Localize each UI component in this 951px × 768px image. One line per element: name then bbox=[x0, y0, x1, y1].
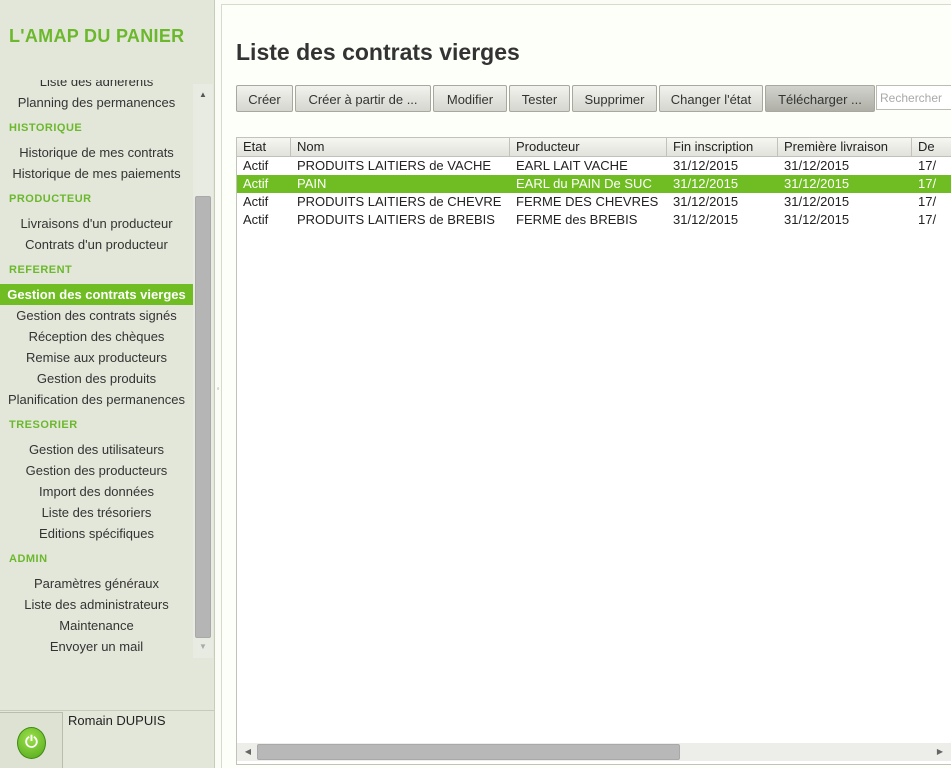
table-cell: 31/12/2015 bbox=[784, 176, 850, 191]
menu-livraisons-producteur[interactable]: Livraisons d'un producteur bbox=[0, 213, 193, 234]
supprimer-button[interactable]: Supprimer bbox=[572, 85, 657, 112]
tester-button[interactable]: Tester bbox=[509, 85, 570, 112]
sidebar-scrollbar-thumb[interactable] bbox=[195, 196, 211, 638]
sidebar-menu-viewport: Liste des adhérents Planning des permanen… bbox=[0, 80, 193, 660]
sidebar-scrollbar[interactable]: ▲ ▼ bbox=[193, 84, 213, 658]
menu-reception-cheques[interactable]: Réception des chèques bbox=[0, 326, 193, 347]
menu-remise-producteurs[interactable]: Remise aux producteurs bbox=[0, 347, 193, 368]
table-cell: FERME DES CHEVRES bbox=[516, 194, 659, 209]
table-cell: Actif bbox=[243, 158, 269, 173]
table-cell: 17/ bbox=[918, 212, 937, 227]
menu-import-donnees[interactable]: Import des données bbox=[0, 481, 193, 502]
table-cell: FERME des BREBIS bbox=[516, 212, 638, 227]
horizontal-scrollbar[interactable]: ◀ ▶ bbox=[237, 743, 951, 761]
page-title: Liste des contrats vierges bbox=[236, 39, 520, 65]
menu-historique-paiements[interactable]: Historique de mes paiements bbox=[0, 163, 193, 184]
user-panel: ⏻ Romain DUPUIS bbox=[0, 710, 214, 768]
table-cell: 31/12/2015 bbox=[784, 194, 850, 209]
table-row[interactable]: Actif PRODUITS LAITIERS de CHEVRE FERME DE… bbox=[237, 193, 951, 211]
section-producteur: PRODUCTEUR bbox=[9, 193, 92, 205]
menu-maintenance[interactable]: Maintenance bbox=[0, 615, 193, 636]
scroll-right-arrow-icon[interactable]: ▶ bbox=[932, 743, 948, 761]
menu-contrats-producteur[interactable]: Contrats d'un producteur bbox=[0, 234, 193, 255]
table-cell: PRODUITS LAITIERS de CHEVRE bbox=[297, 194, 502, 209]
table-row[interactable]: Actif PAIN EARL du PAIN De SUC 31/12/2015 31… bbox=[237, 175, 951, 193]
table-cell: Actif bbox=[243, 194, 269, 209]
menu-envoyer-mail[interactable]: Envoyer un mail bbox=[0, 636, 193, 657]
table-cell: PRODUITS LAITIERS de BREBIS bbox=[297, 212, 495, 227]
table-cell: 17/ bbox=[918, 194, 937, 209]
menu-liste-adherents[interactable]: Liste des adhérents bbox=[0, 80, 193, 92]
menu-editions-specifiques[interactable]: Editions spécifiques bbox=[0, 523, 193, 544]
telecharger-button[interactable]: Télécharger ... bbox=[765, 85, 875, 112]
column-header-producteur[interactable]: Producteur bbox=[510, 138, 667, 156]
table-cell: 17/ bbox=[918, 158, 937, 173]
table-row[interactable]: Actif PRODUITS LAITIERS de VACHE EARL LAIT… bbox=[237, 157, 951, 175]
changer-etat-button[interactable]: Changer l'état bbox=[659, 85, 763, 112]
menu-liste-administrateurs[interactable]: Liste des administrateurs bbox=[0, 594, 193, 615]
column-header-nom[interactable]: Nom bbox=[291, 138, 510, 156]
menu-gestion-produits[interactable]: Gestion des produits bbox=[0, 368, 193, 389]
horizontal-scrollbar-thumb[interactable] bbox=[257, 744, 680, 760]
table-cell: EARL LAIT VACHE bbox=[516, 158, 628, 173]
logout-area: ⏻ bbox=[0, 712, 63, 768]
column-header-fin-inscription[interactable]: Fin inscription bbox=[667, 138, 778, 156]
app-title: L'AMAP DU PANIER bbox=[9, 26, 185, 46]
modifier-button[interactable]: Modifier bbox=[433, 85, 507, 112]
table-row[interactable]: Actif PRODUITS LAITIERS de BREBIS FERME de… bbox=[237, 211, 951, 229]
table-cell: 17/ bbox=[918, 176, 937, 191]
table-cell: 31/12/2015 bbox=[673, 212, 739, 227]
menu-parametres-generaux[interactable]: Paramètres généraux bbox=[0, 573, 193, 594]
menu-gestion-contrats-signes[interactable]: Gestion des contrats signés bbox=[0, 305, 193, 326]
table-cell: Actif bbox=[243, 176, 269, 191]
table-cell: Actif bbox=[243, 212, 269, 227]
section-historique: HISTORIQUE bbox=[9, 122, 83, 134]
section-referent: REFERENT bbox=[9, 264, 73, 276]
section-admin: ADMIN bbox=[9, 553, 48, 565]
menu-gestion-utilisateurs[interactable]: Gestion des utilisateurs bbox=[0, 439, 193, 460]
contracts-table: Etat Nom Producteur Fin inscription Prem… bbox=[236, 137, 951, 765]
scroll-down-arrow-icon[interactable]: ▼ bbox=[193, 636, 213, 658]
column-header-etat[interactable]: Etat bbox=[237, 138, 291, 156]
section-tresorier: TRESORIER bbox=[9, 419, 78, 431]
power-icon[interactable]: ⏻ bbox=[17, 727, 46, 759]
search-input[interactable] bbox=[876, 85, 951, 110]
menu-gestion-producteurs[interactable]: Gestion des producteurs bbox=[0, 460, 193, 481]
menu-historique-contrats[interactable]: Historique de mes contrats bbox=[0, 142, 193, 163]
table-cell: 31/12/2015 bbox=[673, 194, 739, 209]
creer-button[interactable]: Créer bbox=[236, 85, 293, 112]
main-panel: Liste des contrats vierges Créer Créer à… bbox=[221, 4, 951, 768]
table-cell: 31/12/2015 bbox=[784, 212, 850, 227]
table-cell: 31/12/2015 bbox=[673, 158, 739, 173]
sidebar-menu: Liste des adhérents Planning des permanen… bbox=[0, 80, 193, 657]
column-header-premiere-livraison[interactable]: Première livraison bbox=[778, 138, 912, 156]
table-cell: EARL du PAIN De SUC bbox=[516, 176, 652, 191]
menu-planification-permanences[interactable]: Planification des permanences bbox=[0, 389, 193, 410]
creer-a-partir-de-button[interactable]: Créer à partir de ... bbox=[295, 85, 431, 112]
user-name: Romain DUPUIS bbox=[68, 713, 166, 728]
column-header-de[interactable]: De bbox=[912, 138, 951, 156]
table-cell: 31/12/2015 bbox=[673, 176, 739, 191]
menu-planning-permanences[interactable]: Planning des permanences bbox=[0, 92, 193, 113]
table-header: Etat Nom Producteur Fin inscription Prem… bbox=[237, 138, 951, 157]
sidebar: L'AMAP DU PANIER Liste des adhérents Plan… bbox=[0, 0, 215, 768]
menu-liste-tresoriers[interactable]: Liste des trésoriers bbox=[0, 502, 193, 523]
table-cell: PAIN bbox=[297, 176, 327, 191]
scroll-up-arrow-icon[interactable]: ▲ bbox=[193, 84, 213, 106]
table-cell: 31/12/2015 bbox=[784, 158, 850, 173]
menu-gestion-contrats-vierges[interactable]: Gestion des contrats vierges bbox=[0, 284, 193, 305]
table-cell: PRODUITS LAITIERS de VACHE bbox=[297, 158, 492, 173]
scroll-left-arrow-icon[interactable]: ◀ bbox=[240, 743, 256, 761]
